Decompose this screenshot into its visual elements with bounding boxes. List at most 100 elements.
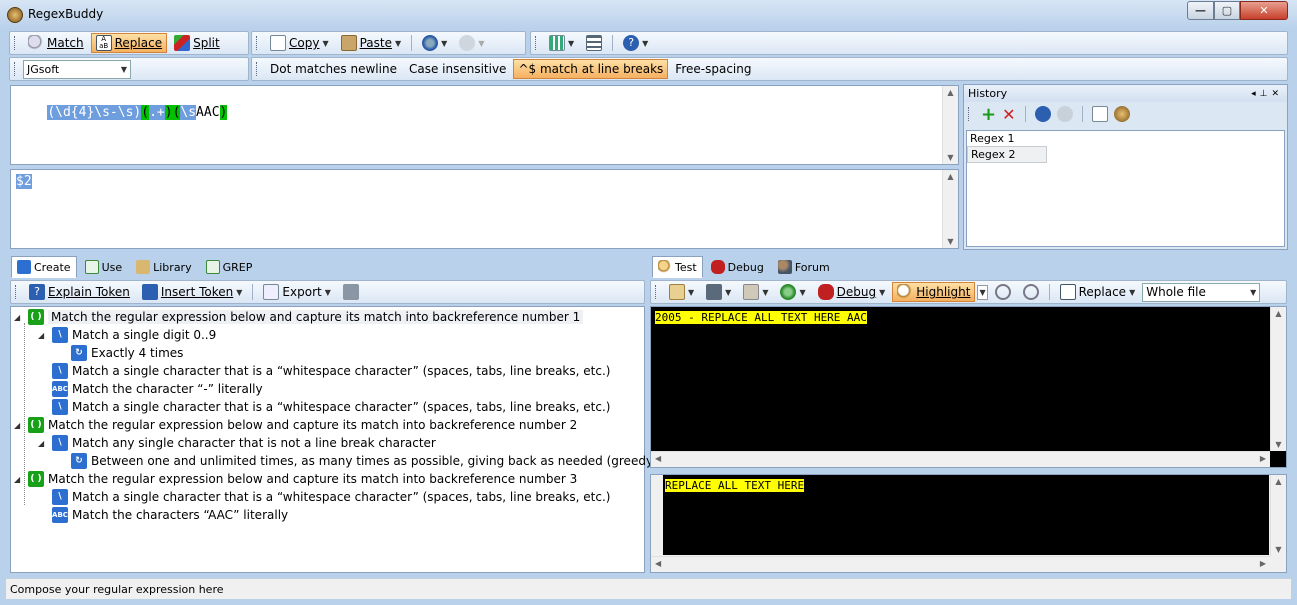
- open-button[interactable]: ▼: [664, 282, 699, 302]
- tab-use[interactable]: Use: [79, 256, 129, 278]
- users-icon: [777, 260, 792, 274]
- tree-row-group-3[interactable]: ◢( ) Match the regular expression below a…: [14, 470, 577, 488]
- highlight-button[interactable]: Highlight: [892, 282, 976, 302]
- layout-button[interactable]: ▼: [544, 33, 579, 53]
- tree-row-quantifier[interactable]: ↻ Between one and unlimited times, as man…: [71, 452, 658, 470]
- print-button[interactable]: [338, 282, 364, 302]
- toolbar-grip[interactable]: [256, 36, 259, 50]
- insert-token-button[interactable]: Insert Token ▼: [137, 282, 248, 302]
- regexbuddy-icon[interactable]: [1113, 106, 1130, 122]
- view-toolbar: ▼ ? ▼: [530, 31, 1288, 55]
- paste-button[interactable]: Paste ▼: [336, 33, 407, 53]
- regex-editor[interactable]: (\d{4}\s-\s)(.+)(\sAAC) ▲ ▼: [10, 85, 959, 165]
- history-item[interactable]: Regex 1: [967, 131, 1284, 146]
- history-item[interactable]: Regex 2: [967, 146, 1047, 163]
- replace-mode-button[interactable]: Replace ▼: [1055, 282, 1141, 302]
- case-insensitive-toggle[interactable]: Case insensitive: [404, 59, 511, 79]
- save-icon: [706, 284, 723, 300]
- pin-icon[interactable]: ⊥: [1260, 89, 1272, 99]
- match-button[interactable]: Match: [23, 33, 89, 53]
- tab-forum[interactable]: Forum: [772, 256, 836, 278]
- highlight-dropdown[interactable]: ▼: [977, 284, 988, 300]
- refresh-button[interactable]: ▼: [775, 282, 810, 302]
- flavor-select[interactable]: JGsoft ▼: [23, 59, 131, 79]
- move-down-icon[interactable]: [1056, 106, 1073, 122]
- tree-row-whitespace[interactable]: ∖ Match a single character that is a “whi…: [52, 398, 610, 416]
- regex-group-3: (\sAAC): [172, 105, 228, 120]
- add-icon[interactable]: +: [981, 104, 996, 125]
- panel-close-icon[interactable]: ✕: [1271, 89, 1283, 99]
- toolbar-grip[interactable]: [14, 62, 17, 76]
- toolbar-grip[interactable]: [256, 62, 259, 76]
- save-button[interactable]: ▼: [701, 282, 736, 302]
- delete-icon[interactable]: ✕: [1002, 105, 1015, 124]
- explain-token-button[interactable]: ? Explain Token: [24, 282, 135, 302]
- move-up-icon[interactable]: [1034, 106, 1051, 122]
- toolbar-grip[interactable]: [968, 107, 971, 121]
- regex-scrollbar[interactable]: ▲ ▼: [942, 86, 958, 164]
- collapse-icon[interactable]: ◢: [14, 475, 24, 484]
- subject-vscrollbar[interactable]: ▲ ▼: [1270, 307, 1286, 451]
- toolbar-grip[interactable]: [535, 36, 538, 50]
- options-toolbar: Dot matches newline Case insensitive ^$ …: [251, 57, 1288, 81]
- tree-row-literal[interactable]: ABC Match the character “-” literally: [52, 380, 263, 398]
- tree-row-quantifier[interactable]: ↻ Exactly 4 times: [71, 344, 183, 362]
- replacement-editor[interactable]: $2 ▲ ▼: [10, 169, 959, 249]
- separator: [1024, 106, 1026, 122]
- redo-button[interactable]: ▼: [454, 33, 489, 53]
- collapse-icon[interactable]: ◢: [14, 421, 24, 430]
- free-spacing-toggle[interactable]: Free-spacing: [670, 59, 756, 79]
- magnifier-icon: [897, 284, 914, 300]
- collapse-icon[interactable]: ◢: [14, 313, 24, 322]
- token-icon: ∖: [52, 363, 68, 379]
- caret-dollar-linebreaks-toggle[interactable]: ^$ match at line breaks: [513, 59, 669, 79]
- result-vscrollbar[interactable]: ▲ ▼: [1270, 475, 1286, 556]
- tab-create[interactable]: Create: [11, 256, 77, 278]
- scope-select[interactable]: Whole file ▼: [1142, 282, 1261, 302]
- undo-button[interactable]: ▼: [417, 33, 452, 53]
- close-button[interactable]: ✕: [1240, 1, 1288, 20]
- minimize-button[interactable]: —: [1187, 1, 1214, 20]
- panels-button[interactable]: [581, 33, 607, 53]
- tree-row-digit[interactable]: ◢ ∖ Match a single digit 0..9: [38, 326, 216, 344]
- toolbar-grip[interactable]: [655, 285, 658, 299]
- tab-test[interactable]: Test: [652, 256, 703, 278]
- group-icon: ( ): [28, 471, 44, 487]
- new-document-icon[interactable]: [1091, 106, 1108, 122]
- tree-row-whitespace[interactable]: ∖ Match a single character that is a “whi…: [52, 488, 610, 506]
- export-button[interactable]: Export ▼: [258, 282, 335, 302]
- tree-row-group-1[interactable]: ◢( ) Match the regular expression below a…: [14, 308, 584, 326]
- replacement-scrollbar[interactable]: ▲ ▼: [942, 170, 958, 248]
- dot-matches-newline-toggle[interactable]: Dot matches newline: [265, 59, 402, 79]
- toolbar-grip[interactable]: [14, 36, 17, 50]
- copy-button[interactable]: Copy ▼: [265, 33, 334, 53]
- maximize-button[interactable]: ▢: [1214, 1, 1240, 20]
- zoom-out-button[interactable]: [1018, 282, 1044, 302]
- tab-debug[interactable]: Debug: [705, 256, 770, 278]
- help-button[interactable]: ? ▼: [618, 33, 653, 53]
- replace-button[interactable]: AaB Replace: [90, 33, 168, 53]
- paste-test-button[interactable]: ▼: [738, 282, 773, 302]
- insert-icon: [141, 284, 158, 300]
- replace-result-panel: REPLACE ALL TEXT HERE ▲ ▼ ◀ ▶: [650, 474, 1287, 573]
- zoom-in-button[interactable]: [990, 282, 1016, 302]
- collapse-icon[interactable]: ◢: [38, 331, 48, 340]
- tab-grep[interactable]: GREP: [200, 256, 259, 278]
- tree-row-literal[interactable]: ABC Match the characters “AAC” literally: [52, 506, 288, 524]
- tree-row-whitespace[interactable]: ∖ Match a single character that is a “whi…: [52, 362, 610, 380]
- tree-row-dot[interactable]: ◢ ∖ Match any single character that is not…: [38, 434, 436, 452]
- tree-row-group-2[interactable]: ◢( ) Match the regular expression below a…: [14, 416, 577, 434]
- tab-library[interactable]: Library: [130, 256, 197, 278]
- app-logo-icon: [7, 7, 23, 23]
- split-button[interactable]: Split: [169, 33, 225, 53]
- collapse-icon[interactable]: ◢: [38, 439, 48, 448]
- use-icon: [84, 260, 99, 274]
- test-subject-editor[interactable]: 2005 - REPLACE ALL TEXT HERE AAC ▲ ▼ ◀ ▶: [650, 306, 1287, 468]
- toolbar-grip[interactable]: [15, 285, 18, 299]
- panel-menu-icon[interactable]: ◂: [1251, 89, 1260, 99]
- replace-result-editor[interactable]: REPLACE ALL TEXT HERE: [663, 475, 1269, 555]
- separator: [252, 284, 254, 300]
- subject-hscrollbar[interactable]: ◀ ▶: [651, 451, 1270, 467]
- debug-button[interactable]: Debug ▼: [813, 282, 891, 302]
- result-hscrollbar[interactable]: ◀ ▶: [651, 556, 1270, 572]
